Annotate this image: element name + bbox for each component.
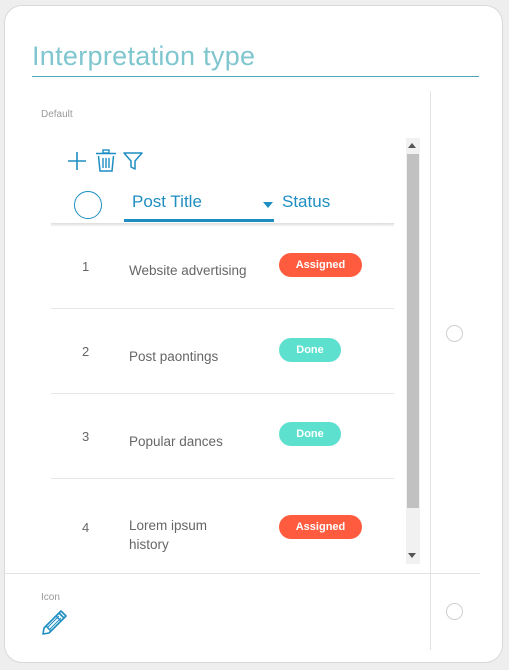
trash-icon[interactable] bbox=[95, 149, 117, 172]
post-title: Post paontings bbox=[129, 349, 219, 364]
interpretation-type-card: Interpretation type Default Post Title S… bbox=[4, 5, 503, 663]
pencil-icon[interactable] bbox=[40, 607, 70, 637]
scroll-down-arrow[interactable] bbox=[408, 553, 416, 558]
title-underline bbox=[32, 76, 479, 77]
select-all-checkbox[interactable] bbox=[74, 191, 102, 219]
table-row[interactable]: 1 Website advertising Assigned bbox=[51, 224, 394, 309]
row-number: 2 bbox=[82, 344, 90, 359]
icon-radio[interactable] bbox=[446, 603, 463, 620]
post-title: Popular dances bbox=[129, 434, 223, 449]
horizontal-divider bbox=[5, 573, 480, 574]
column-header-status[interactable]: Status bbox=[282, 192, 330, 212]
status-badge: Done bbox=[279, 422, 341, 446]
page-title: Interpretation type bbox=[32, 41, 256, 71]
status-badge: Assigned bbox=[279, 253, 362, 277]
row-number: 3 bbox=[82, 429, 90, 444]
row-number: 1 bbox=[82, 259, 90, 274]
column-header-post-title[interactable]: Post Title bbox=[132, 192, 202, 212]
post-title: Lorem ipsum history bbox=[129, 518, 208, 552]
filter-icon[interactable] bbox=[123, 151, 143, 171]
table-row[interactable]: 2 Post paontings Done bbox=[51, 309, 394, 394]
table-row[interactable]: 3 Popular dances Done bbox=[51, 394, 394, 479]
plus-icon[interactable] bbox=[67, 151, 87, 171]
vertical-divider bbox=[430, 91, 431, 650]
sort-desc-icon[interactable] bbox=[263, 202, 273, 208]
default-label: Default bbox=[41, 109, 73, 120]
post-title: Website advertising bbox=[129, 263, 247, 278]
default-radio[interactable] bbox=[446, 325, 463, 342]
scroll-up-arrow[interactable] bbox=[408, 143, 416, 148]
row-number: 4 bbox=[82, 520, 90, 535]
status-badge: Done bbox=[279, 338, 341, 362]
sort-indicator bbox=[124, 219, 274, 222]
scrollbar-thumb[interactable] bbox=[407, 154, 419, 508]
status-badge: Assigned bbox=[279, 515, 362, 539]
table-row[interactable]: 4 Lorem ipsum history Assigned bbox=[51, 479, 394, 569]
icon-label: Icon bbox=[41, 592, 60, 603]
